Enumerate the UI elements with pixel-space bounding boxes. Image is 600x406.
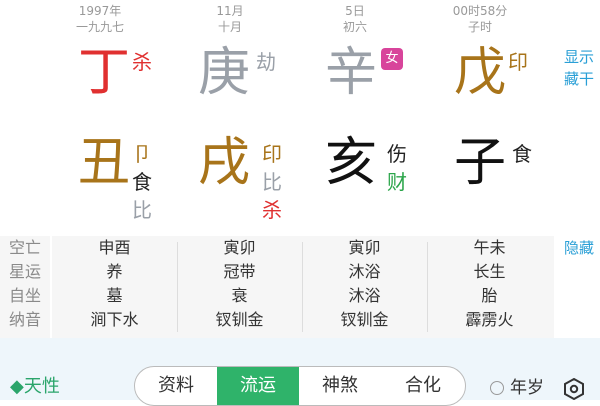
info-column: 午未 长生胎霹雳火 <box>427 236 552 338</box>
label-xingyun: 星运 <box>8 262 41 281</box>
hidden-stem-god: 食 <box>512 142 532 166</box>
info-cell: 胎 <box>481 286 498 305</box>
hidden-stem-god: 杀 <box>262 198 282 222</box>
earthly-branch: 丑 <box>78 133 131 193</box>
tab-hehua[interactable]: 合化 <box>381 367 465 405</box>
date-lunar: 一九九七 <box>75 20 124 34</box>
earthly-branch-cell[interactable]: 亥伤财 <box>295 130 415 230</box>
info-row-labels: 空亡 星运 自坐 纳音 <box>0 236 50 338</box>
date-gregorian: 5日 <box>345 4 365 18</box>
date-gregorian: 1997年 <box>78 4 122 18</box>
date-lunar: 初六 <box>342 20 367 34</box>
info-cell: 沐浴 <box>348 286 381 305</box>
hidden-stem-god: 比 <box>132 198 152 222</box>
tab-ziliao[interactable]: 资料 <box>135 367 217 405</box>
tab-shensha[interactable]: 神煞 <box>299 367 381 405</box>
label-kongwang: 空亡 <box>8 238 41 257</box>
nianyun-label[interactable]: 年岁 <box>510 376 544 400</box>
heavenly-stem: 丁 <box>78 43 131 103</box>
hidden-stem-god: 食 <box>132 170 152 194</box>
date-lunar: 子时 <box>467 20 492 34</box>
info-cell: 寅卯 <box>348 238 381 257</box>
info-values: 申酉养墓涧下水 寅卯 冠带衰钗钏金 寅卯 沐浴 沐浴 钗钏金 午未 长生胎霹雳火 <box>52 236 554 338</box>
heavenly-stem: 辛 <box>325 43 378 103</box>
stem-ten-god: 杀 <box>132 50 152 74</box>
info-cell: 沐浴 <box>348 262 381 281</box>
hidden-stem-god: 比 <box>262 170 282 194</box>
info-cell: 长生 <box>473 262 506 281</box>
tab-segment: 资料 流运 神煞 合化 <box>134 366 466 406</box>
heavenly-stem-cell[interactable]: 庚劫 <box>170 40 290 110</box>
column-divider <box>427 242 428 332</box>
earthly-branch-cell[interactable]: 戌印比杀 <box>170 130 290 230</box>
info-cell: 养 <box>106 262 123 281</box>
info-cell: 涧下水 <box>90 310 139 329</box>
heavenly-stem: 庚 <box>198 43 251 103</box>
earthly-branch: 戌 <box>198 133 251 193</box>
heavenly-stem-cell[interactable]: 戊印 <box>420 40 540 110</box>
hidden-stem-god: 卩 <box>132 142 152 166</box>
info-column: 寅卯 沐浴 沐浴 钗钏金 <box>302 236 427 338</box>
nianyun-radio[interactable] <box>490 381 504 395</box>
info-cell: 钗钏金 <box>340 310 389 329</box>
info-cell: 霹雳火 <box>465 310 514 329</box>
date-gregorian: 00时58分 <box>452 4 508 18</box>
info-column: 寅卯 冠带衰钗钏金 <box>177 236 302 338</box>
label-nayin: 纳音 <box>8 310 41 329</box>
earthly-branch-cell[interactable]: 子食 <box>420 130 540 230</box>
info-cell: 衰 <box>231 286 248 305</box>
date-lunar: 十月 <box>217 20 242 34</box>
show-label-line1: 显示 <box>563 48 594 66</box>
label-zizuo: 自坐 <box>8 286 41 305</box>
tab-liuyun[interactable]: 流运 <box>217 367 299 405</box>
settings-hex-icon[interactable] <box>563 378 585 400</box>
info-cell: 寅卯 <box>223 238 256 257</box>
tianxing-button[interactable]: ◆天性 <box>10 375 60 399</box>
earthly-branch-cell[interactable]: 丑卩食比 <box>40 130 160 230</box>
date-gregorian: 11月 <box>216 4 244 18</box>
heavenly-stem-cell[interactable]: 丁杀 <box>40 40 160 110</box>
info-cell: 钗钏金 <box>215 310 264 329</box>
heavenly-stem: 戊 <box>454 43 507 103</box>
info-column: 申酉养墓涧下水 <box>52 236 177 338</box>
info-cell: 午未 <box>473 238 506 257</box>
show-label-line2: 藏干 <box>563 70 594 88</box>
info-cell: 墓 <box>106 286 123 305</box>
hidden-stem-god: 财 <box>387 170 407 194</box>
column-divider <box>177 242 178 332</box>
stem-ten-god: 劫 <box>256 50 276 74</box>
hidden-stem-god: 伤 <box>387 142 407 166</box>
earthly-branch: 亥 <box>325 133 378 193</box>
info-table: 空亡 星运 自坐 纳音 申酉养墓涧下水 寅卯 冠带衰钗钏金 寅卯 沐浴 沐浴 钗钏金 午未 长生… <box>0 236 600 338</box>
column-divider <box>302 242 303 332</box>
heavenly-stem-cell[interactable]: 辛女 <box>295 40 415 110</box>
earthly-branch: 子 <box>454 133 507 193</box>
show-hidden-stems-button[interactable]: 显示 藏干 <box>564 46 594 90</box>
stem-ten-god: 印 <box>508 50 528 74</box>
hidden-stem-god: 印 <box>262 142 282 166</box>
info-cell: 冠带 <box>223 262 256 281</box>
info-cell: 申酉 <box>98 238 131 257</box>
female-badge: 女 <box>381 48 403 70</box>
